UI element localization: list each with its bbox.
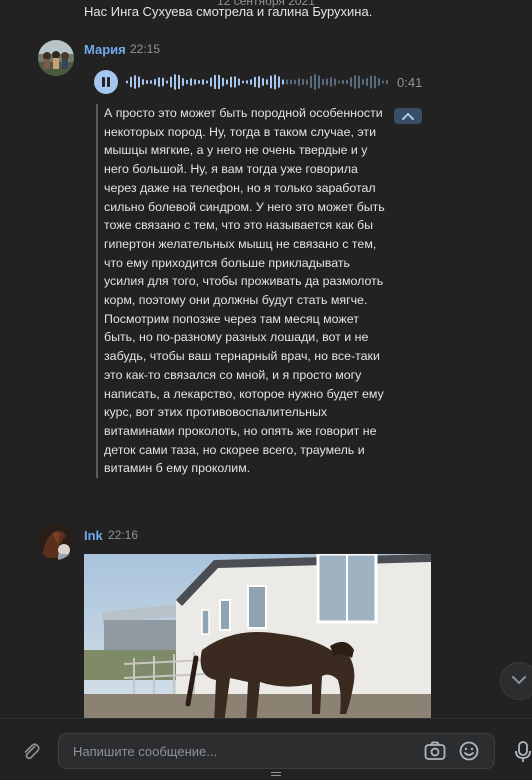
waveform-bar [346,79,348,85]
avatar-ink[interactable] [38,524,74,560]
waveform-bar [138,76,140,88]
transcript-text: А просто это может быть породной особенн… [104,106,385,476]
waveform-bar [186,79,188,85]
message-composer: Напишите сообщение... [0,718,532,780]
waveform-bar [166,80,168,84]
message-input-placeholder: Напишите сообщение... [73,744,218,759]
waveform-bar [362,78,364,86]
waveform-bar [382,80,384,84]
waveform-bar [158,77,160,87]
resize-handle[interactable] [271,772,281,778]
waveform-bar [254,76,256,88]
message-maria: Мария 22:15 0:41 А просто это может быть… [0,0,532,520]
waveform-bar [294,79,296,85]
voice-duration: 0:41 [397,75,423,90]
waveform-bar [206,80,208,84]
waveform-bar [274,74,276,90]
waveform-bar [278,76,280,88]
waveform-bar [366,77,368,87]
waveform-bar [190,78,192,86]
waveform-bar [142,79,144,85]
waveform-bar [134,75,136,89]
author-name[interactable]: Мария [84,42,126,57]
emoji-button[interactable] [459,741,479,766]
voice-transcript: А просто это может быть породной особенн… [96,104,386,479]
waveform-bar [178,74,180,90]
waveform-bar [218,74,220,90]
chat-history: 12 сентября 2021 Нас Инга Сухуева смотре… [0,0,532,718]
waveform-bar [282,79,284,85]
waveform-bar [270,75,272,89]
chevron-up-icon [402,112,414,120]
waveform-bar [386,79,388,85]
voice-waveform[interactable] [126,70,388,94]
waveform-bar [230,76,232,88]
waveform-bar [370,75,372,89]
waveform-bar [202,79,204,85]
message-time: 22:16 [108,528,139,542]
waveform-bar [358,75,360,89]
waveform-bar [266,79,268,85]
waveform-bar [298,78,300,86]
waveform-bar [322,78,324,86]
emoji-icon [459,741,479,761]
waveform-bar [226,79,228,85]
waveform-bar [334,78,336,86]
waveform-bar [306,79,308,85]
pause-button[interactable] [94,70,118,94]
camera-button[interactable] [424,741,446,766]
waveform-bar [162,77,164,87]
waveform-bar [350,77,352,87]
waveform-bar [286,79,288,85]
waveform-bar [314,74,316,90]
waveform-bar [302,78,304,86]
waveform-bar [222,77,224,87]
waveform-bar [154,78,156,86]
voice-record-button[interactable] [515,741,531,768]
waveform-bar [290,79,292,85]
microphone-icon [515,741,531,762]
waveform-bar [374,75,376,89]
attach-button[interactable] [20,741,42,768]
waveform-bar [234,76,236,88]
waveform-bar [378,78,380,86]
waveform-bar [214,74,216,90]
horse-photo[interactable] [84,554,431,718]
waveform-bar [194,79,196,85]
waveform-bar [210,77,212,87]
waveform-bar [262,77,264,87]
waveform-bar [258,75,260,89]
waveform-bar [174,74,176,90]
waveform-bar [326,78,328,86]
message-time: 22:15 [130,42,161,56]
collapse-transcript-button[interactable] [394,108,422,124]
waveform-bar [238,78,240,86]
camera-icon [424,741,446,760]
waveform-bar [126,80,128,84]
waveform-bar [182,77,184,87]
waveform-bar [310,75,312,89]
waveform-bar [170,76,172,88]
scroll-down-button[interactable] [500,662,532,700]
waveform-bar [318,75,320,89]
author-name[interactable]: Ink [84,528,103,543]
waveform-bar [354,75,356,89]
waveform-bar [146,79,148,85]
waveform-bar [242,80,244,84]
chevron-down-icon [512,676,526,685]
waveform-bar [150,80,152,84]
waveform-bar [130,76,132,88]
voice-message: 0:41 [94,70,424,94]
avatar-maria[interactable] [38,40,74,76]
paperclip-icon [24,743,40,760]
waveform-bar [338,80,340,84]
waveform-bar [330,77,332,87]
waveform-bar [342,79,344,85]
waveform-bar [246,80,248,84]
waveform-bar [250,79,252,85]
waveform-bar [198,79,200,85]
